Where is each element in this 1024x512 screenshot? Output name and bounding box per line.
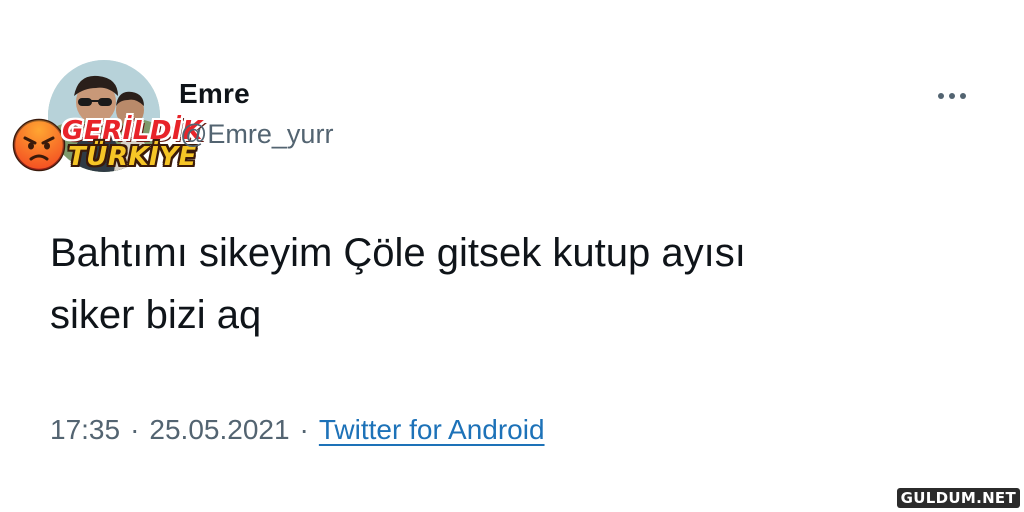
tweet-time[interactable]: 17:35 [50,414,120,445]
meta-separator: · [130,414,140,445]
tweet-card: GERİLDİK TÜRKİYE Emre @Emre_yurr Bahtımı… [0,0,1024,512]
more-horizontal-icon [949,93,955,99]
tweet-date[interactable]: 25.05.2021 [149,414,289,445]
more-options-button[interactable] [930,82,974,110]
tweet-source-link[interactable]: Twitter for Android [319,414,545,445]
angry-face-icon [12,118,66,172]
more-horizontal-icon [960,93,966,99]
site-watermark: GULDUM.NET [896,488,1020,508]
username[interactable]: @Emre_yurr [180,119,333,150]
display-name[interactable]: Emre [179,78,250,110]
watermark-line-2: TÜRKİYE [68,142,197,172]
tweet-meta: 17:35 · 25.05.2021 · Twitter for Android [50,414,545,446]
meta-separator: · [299,414,309,445]
tweet-text: Bahtımı sikeyim Çöle gitsek kutup ayısı … [50,231,746,337]
more-horizontal-icon [938,93,944,99]
watermark-badge: GERİLDİK TÜRKİYE [10,112,202,176]
